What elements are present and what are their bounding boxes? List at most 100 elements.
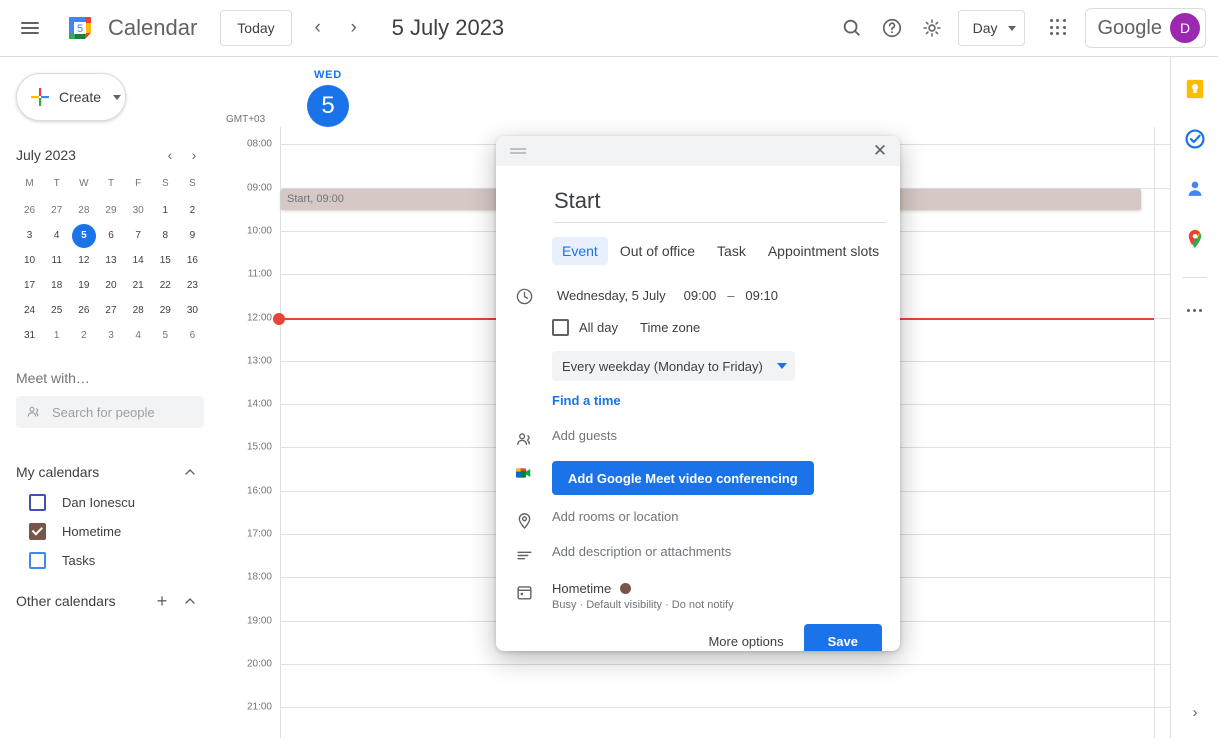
mini-calendar-day[interactable]: 5 [72,224,96,248]
mini-calendar-day[interactable]: 25 [45,299,69,323]
avatar[interactable]: D [1170,13,1200,43]
google-maps-icon[interactable] [1179,223,1211,255]
my-calendars-chevron-up-icon[interactable] [176,458,204,486]
hour-label: 17:00 [247,529,272,540]
calendar-name: Hometime [62,524,121,539]
add-location-input[interactable]: Add rooms or location [552,509,882,524]
mini-calendar-next-button[interactable]: › [182,143,206,167]
mini-calendar-day[interactable]: 20 [99,274,123,298]
google-contacts-icon[interactable] [1179,173,1211,205]
add-google-meet-button[interactable]: Add Google Meet video conferencing [552,461,814,495]
mini-calendar-day[interactable]: 15 [153,249,177,273]
event-type-tab[interactable]: Out of office [610,237,705,265]
mini-calendar-prev-button[interactable]: ‹ [158,143,182,167]
google-tasks-icon[interactable] [1179,123,1211,155]
add-guests-input[interactable]: Add guests [552,428,882,443]
other-calendars-chevron-up-icon[interactable] [176,587,204,615]
mini-calendar-day[interactable]: 21 [126,274,150,298]
calendar-list-item[interactable]: Tasks [16,546,204,575]
event-type-tab[interactable]: Event [552,237,608,265]
view-selector[interactable]: Day [958,10,1025,46]
next-day-button[interactable]: › [336,10,372,46]
other-calendars-header[interactable]: Other calendars + [16,585,204,617]
expand-panel-button[interactable]: › [1179,696,1211,728]
calendar-checkbox[interactable] [29,523,46,540]
recurrence-select[interactable]: Every weekday (Monday to Friday) [552,351,795,381]
mini-calendar-day[interactable]: 26 [18,199,42,223]
create-button[interactable]: Create [16,73,126,121]
event-end-time-button[interactable]: 09:10 [740,285,783,306]
google-keep-icon[interactable] [1179,73,1211,105]
calendar-checkbox[interactable] [29,552,46,569]
close-icon[interactable]: ✕ [866,137,894,165]
apps-grid-icon[interactable] [1039,8,1079,48]
mini-calendar-day[interactable]: 7 [126,224,150,248]
mini-calendar-day[interactable]: 29 [99,199,123,223]
mini-calendar-day[interactable]: 31 [18,324,42,348]
mini-calendar-day[interactable]: 19 [72,274,96,298]
mini-calendar-day[interactable]: 2 [180,199,204,223]
drag-handle-icon[interactable] [510,146,866,156]
search-for-people-input[interactable]: Search for people [16,396,204,428]
mini-calendar-day[interactable]: 6 [180,324,204,348]
mini-calendar-day[interactable]: 17 [18,274,42,298]
mini-calendar-day[interactable]: 16 [180,249,204,273]
mini-calendar-day[interactable]: 10 [18,249,42,273]
mini-calendar-day[interactable]: 11 [45,249,69,273]
mini-calendar-day[interactable]: 8 [153,224,177,248]
event-title-input[interactable]: Start [554,188,886,223]
mini-calendar-day[interactable]: 28 [72,199,96,223]
mini-calendar-day[interactable]: 22 [153,274,177,298]
mini-calendar-day[interactable]: 29 [153,299,177,323]
mini-calendar-day[interactable]: 6 [99,224,123,248]
today-button[interactable]: Today [220,10,291,46]
mini-calendar-day[interactable]: 30 [180,299,204,323]
gear-icon[interactable] [912,8,952,48]
day-number-badge[interactable]: 5 [307,85,349,127]
mini-calendar-day[interactable]: 13 [99,249,123,273]
all-day-checkbox[interactable] [552,319,569,336]
mini-calendar-day[interactable]: 18 [45,274,69,298]
mini-calendar-day[interactable]: 3 [99,324,123,348]
mini-calendar-day[interactable]: 28 [126,299,150,323]
save-button[interactable]: Save [804,624,882,651]
calendar-owner-content[interactable]: Hometime Busy · Default visibility · Do … [552,581,882,611]
main-menu-icon[interactable] [10,8,50,48]
mini-calendar-day[interactable]: 23 [180,274,204,298]
dialog-drag-bar[interactable]: ✕ [496,136,900,166]
mini-calendar-day[interactable]: 27 [99,299,123,323]
add-other-calendar-button[interactable]: + [148,587,176,615]
mini-calendar-day[interactable]: 4 [126,324,150,348]
account-chip[interactable]: Google D [1085,8,1207,48]
mini-calendar-day[interactable]: 4 [45,224,69,248]
event-start-time-button[interactable]: 09:00 [679,285,722,306]
mini-calendar-day[interactable]: 30 [126,199,150,223]
mini-calendar-day[interactable]: 27 [45,199,69,223]
mini-calendar-day[interactable]: 1 [153,199,177,223]
event-date-button[interactable]: Wednesday, 5 July [552,285,671,306]
mini-calendar-day[interactable]: 1 [45,324,69,348]
more-addons-icon[interactable] [1179,294,1211,326]
previous-day-button[interactable]: ‹ [300,10,336,46]
more-options-button[interactable]: More options [696,626,795,652]
calendar-checkbox[interactable] [29,494,46,511]
event-type-tab[interactable]: Task [707,237,756,265]
find-a-time-link[interactable]: Find a time [552,393,621,408]
search-icon[interactable] [832,8,872,48]
mini-calendar-day[interactable]: 24 [18,299,42,323]
time-zone-button[interactable]: Time zone [632,316,708,339]
conferencing-content: Add Google Meet video conferencing [552,461,882,495]
event-type-tab[interactable]: Appointment slots [758,237,889,265]
calendar-list-item[interactable]: Hometime [16,517,204,546]
mini-calendar-day[interactable]: 5 [153,324,177,348]
add-description-input[interactable]: Add description or attachments [552,544,882,559]
calendar-list-item[interactable]: Dan Ionescu [16,488,204,517]
my-calendars-header[interactable]: My calendars [16,456,204,488]
help-icon[interactable] [872,8,912,48]
mini-calendar-day[interactable]: 2 [72,324,96,348]
mini-calendar-day[interactable]: 26 [72,299,96,323]
mini-calendar-day[interactable]: 12 [72,249,96,273]
mini-calendar-day[interactable]: 9 [180,224,204,248]
mini-calendar-day[interactable]: 14 [126,249,150,273]
mini-calendar-day[interactable]: 3 [18,224,42,248]
